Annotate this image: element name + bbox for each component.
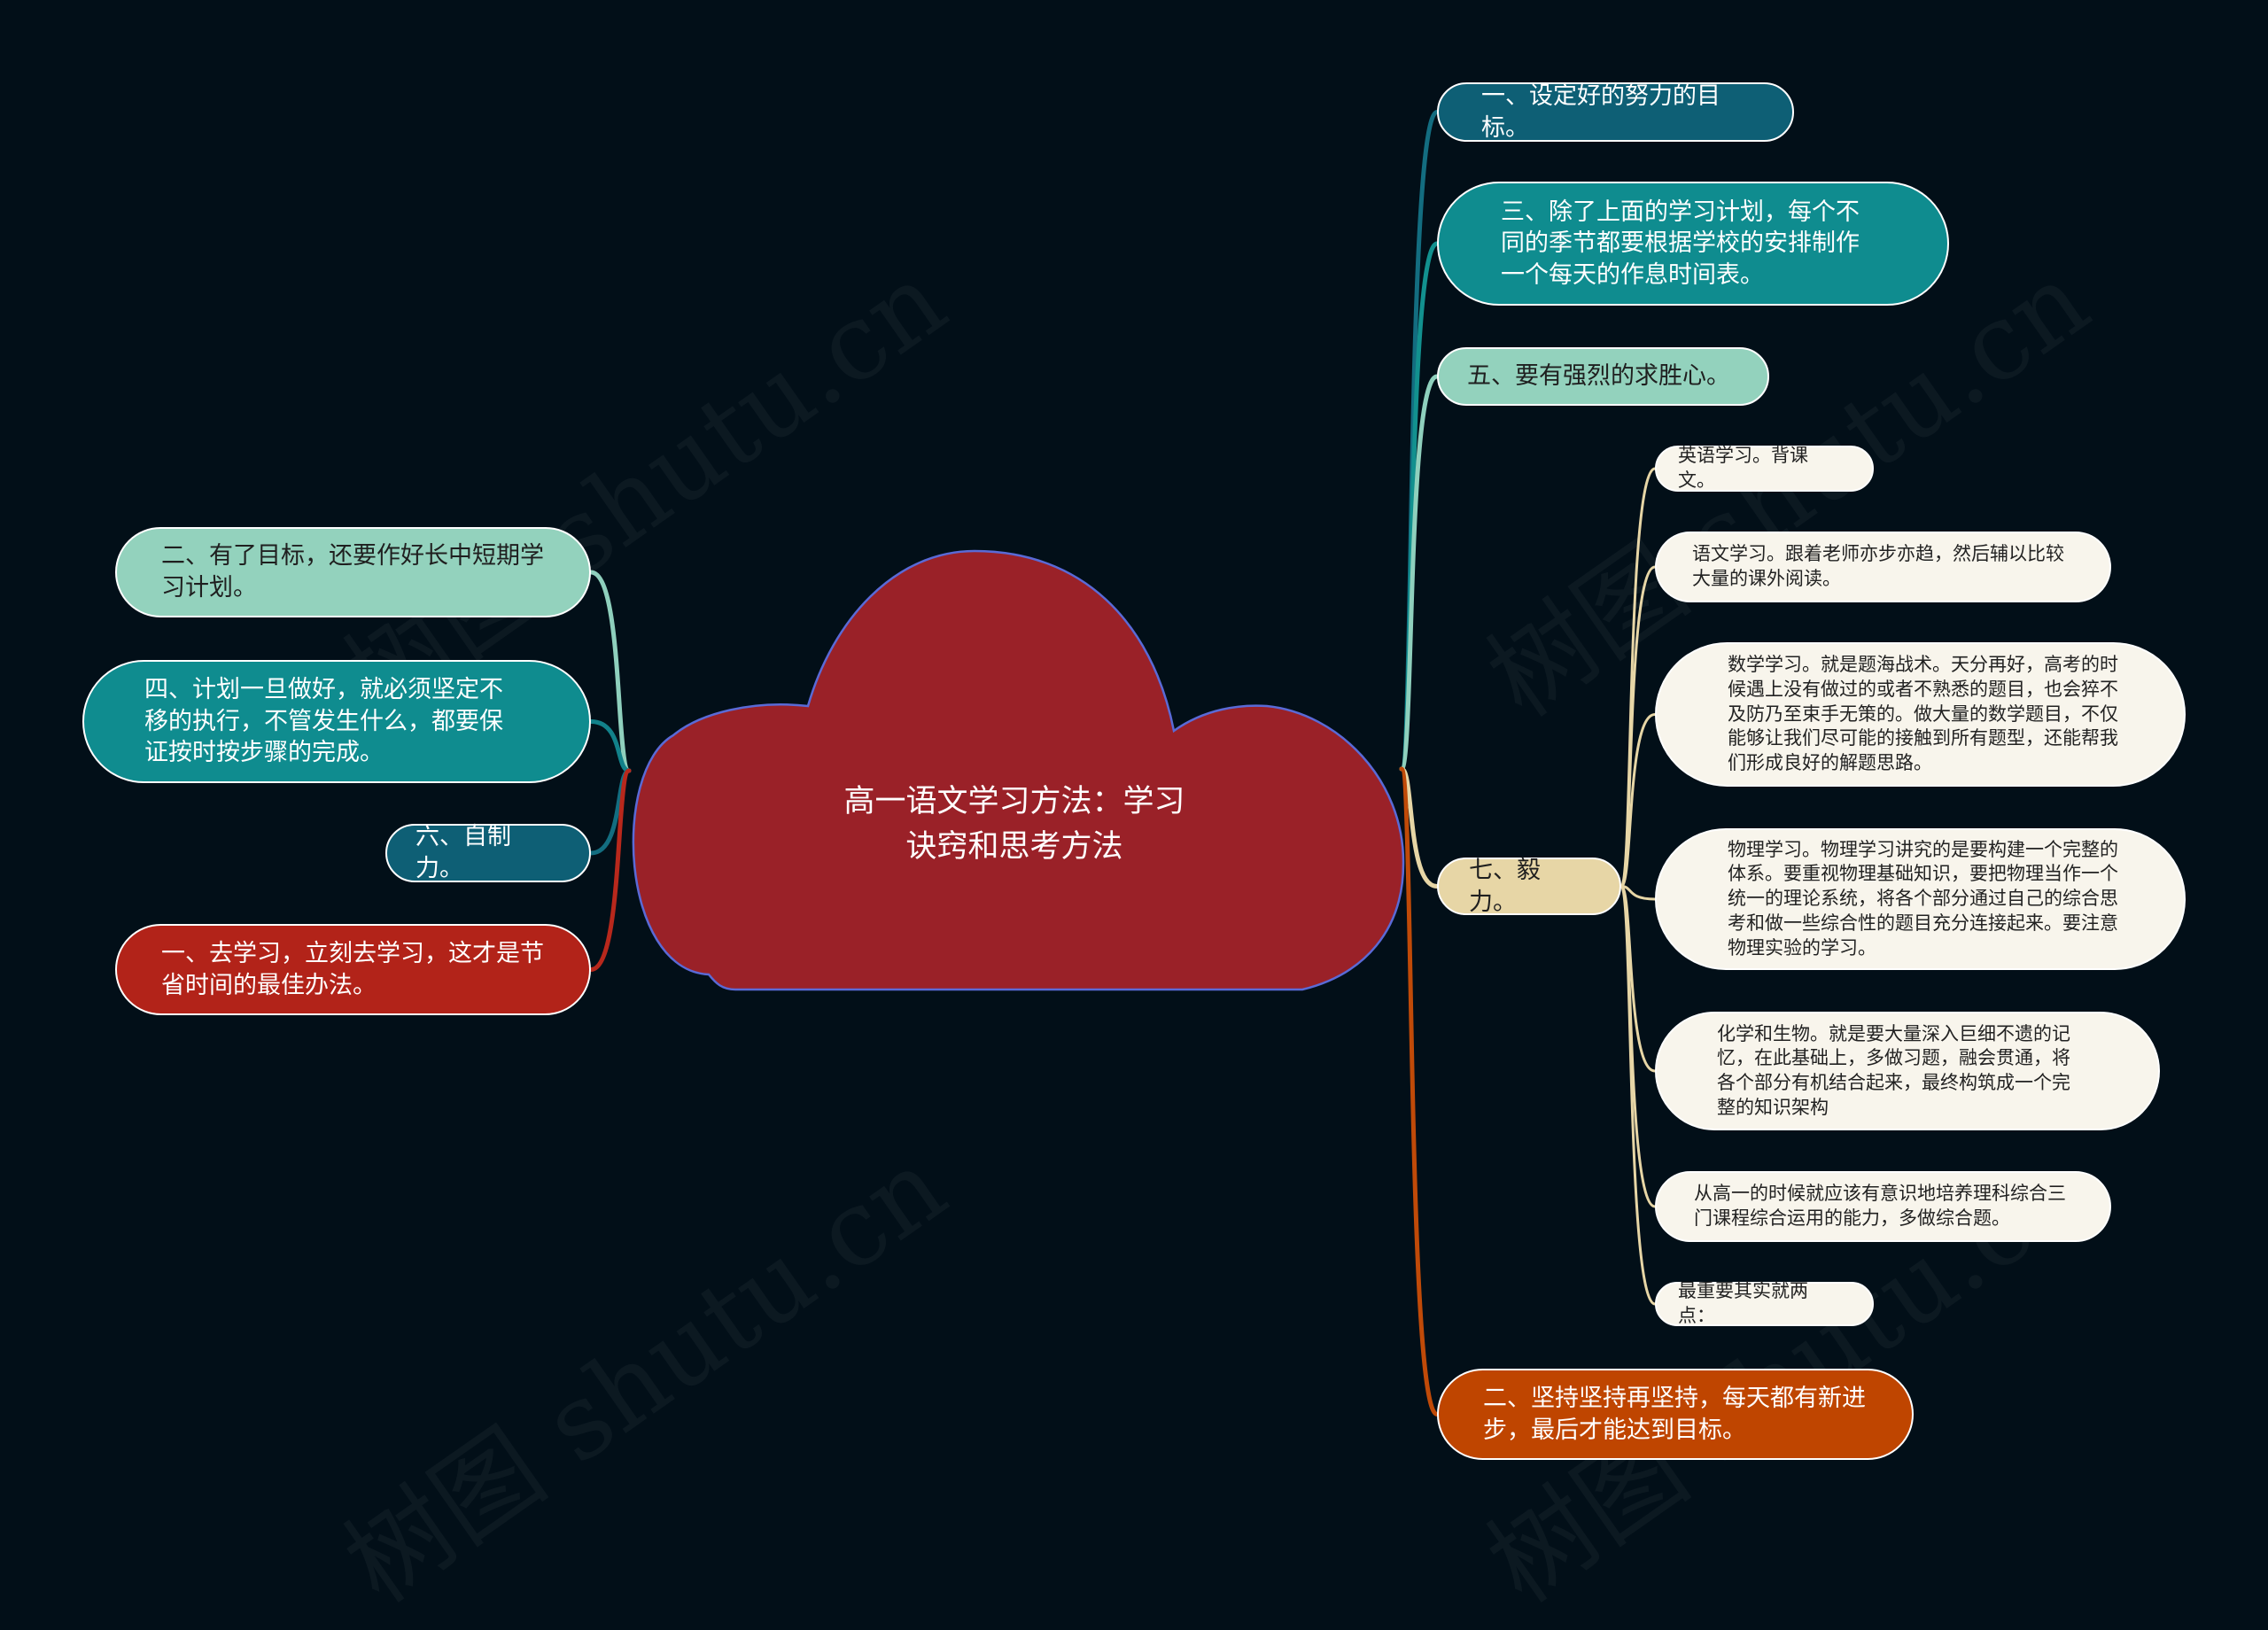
leaf-node-science-integration[interactable]: 从高一的时候就应该有意识地培养理科综合三门课程综合运用的能力，多做综合题。 (1655, 1171, 2111, 1242)
branch-label: 六、自制力。 (416, 823, 511, 882)
branch-node-plan[interactable]: 二、有了目标，还要作好长中短期学习计划。 (115, 527, 591, 617)
branch-label: 七、毅力。 (1469, 856, 1541, 916)
branch-label: 一、设定好的努力的目标。 (1481, 82, 1720, 142)
branch-node-schedule[interactable]: 三、除了上面的学习计划，每个不同的季节都要根据学校的安排制作一个每天的作息时间表… (1437, 182, 1949, 306)
branch-label: 四、计划一旦做好，就必须坚定不移的执行，不管发生什么，都要保证按时按步骤的完成。 (144, 676, 503, 767)
branch-label: 五、要有强烈的求胜心。 (1467, 362, 1730, 391)
connector-leaf-2 (1619, 713, 1657, 888)
branch-label: 二、有了目标，还要作好长中短期学习计划。 (161, 542, 544, 602)
leaf-node-chinese[interactable]: 语文学习。跟着老师亦步亦趋，然后辅以比较大量的课外阅读。 (1655, 532, 2111, 602)
leaf-label: 化学和生物。就是要大量深入巨细不遗的记忆，在此基础上，多做习题，融会贯通，将各个… (1717, 1022, 2070, 1118)
connector-l1 (588, 570, 632, 773)
leaf-node-physics[interactable]: 物理学习。物理学习讲究的是要构建一个完整的体系。要重视物理基础知识，要把物理当作… (1655, 828, 2186, 970)
leaf-node-math[interactable]: 数学学习。就是题海战术。天分再好，高考的时候遇上没有做过的或者不熟悉的题目，也会… (1655, 642, 2186, 787)
connector-leaf-0 (1619, 467, 1657, 888)
branch-node-ambition[interactable]: 五、要有强烈的求胜心。 (1437, 347, 1769, 406)
root-title-line1: 高一语文学习方法：学习 (843, 784, 1185, 819)
leaf-node-chem-bio[interactable]: 化学和生物。就是要大量深入巨细不遗的记忆，在此基础上，多做习题，融会贯通，将各个… (1655, 1012, 2160, 1130)
branch-node-goal[interactable]: 一、设定好的努力的目标。 (1437, 82, 1794, 142)
branch-node-execute[interactable]: 四、计划一旦做好，就必须坚定不移的执行，不管发生什么，都要保证按时按步骤的完成。 (82, 660, 591, 783)
connector-l4 (588, 768, 632, 972)
connector-leaf-1 (1619, 565, 1657, 888)
leaf-label: 数学学习。就是题海战术。天分再好，高考的时候遇上没有做过的或者不熟悉的题目，也会… (1728, 654, 2118, 774)
root-title-line2: 诀窍和思考方法 (905, 828, 1123, 865)
branch-node-self-control[interactable]: 六、自制力。 (385, 823, 591, 882)
branch-node-persistence[interactable]: 二、坚持坚持再坚持，每天都有新进步，最后才能达到目标。 (1437, 1369, 1914, 1460)
leaf-label: 从高一的时候就应该有意识地培养理科综合三门课程综合运用的能力，多做综合题。 (1694, 1183, 2066, 1229)
leaf-node-two-points[interactable]: 最重要其实就两点： (1655, 1280, 1874, 1326)
leaf-node-english[interactable]: 英语学习。背课文。 (1655, 445, 1874, 492)
leaf-label: 英语学习。背课文。 (1678, 445, 1808, 491)
connector-r3 (1399, 374, 1440, 772)
branch-label: 二、坚持坚持再坚持，每天都有新进步，最后才能达到目标。 (1483, 1384, 1866, 1444)
branch-node-study-now[interactable]: 一、去学习，立刻去学习，这才是节省时间的最佳办法。 (115, 924, 591, 1015)
leaf-label: 语文学习。跟着老师亦步亦趋，然后辅以比较大量的课外阅读。 (1692, 543, 2064, 589)
root-topic[interactable]: 高一语文学习方法：学习 诀窍和思考方法 (797, 780, 1231, 870)
connector-leaf-6 (1619, 885, 1657, 1306)
root-cloud-shape (632, 549, 1405, 991)
branch-label: 三、除了上面的学习计划，每个不同的季节都要根据学校的安排制作一个每天的作息时间表… (1501, 198, 1860, 289)
leaf-label: 最重要其实就两点： (1678, 1280, 1808, 1326)
branch-label: 一、去学习，立刻去学习，这才是节省时间的最佳办法。 (161, 939, 544, 999)
leaf-label: 物理学习。物理学习讲究的是要构建一个完整的体系。要重视物理基础知识，要把物理当作… (1728, 838, 2118, 959)
branch-node-perseverance[interactable]: 七、毅力。 (1437, 856, 1621, 916)
